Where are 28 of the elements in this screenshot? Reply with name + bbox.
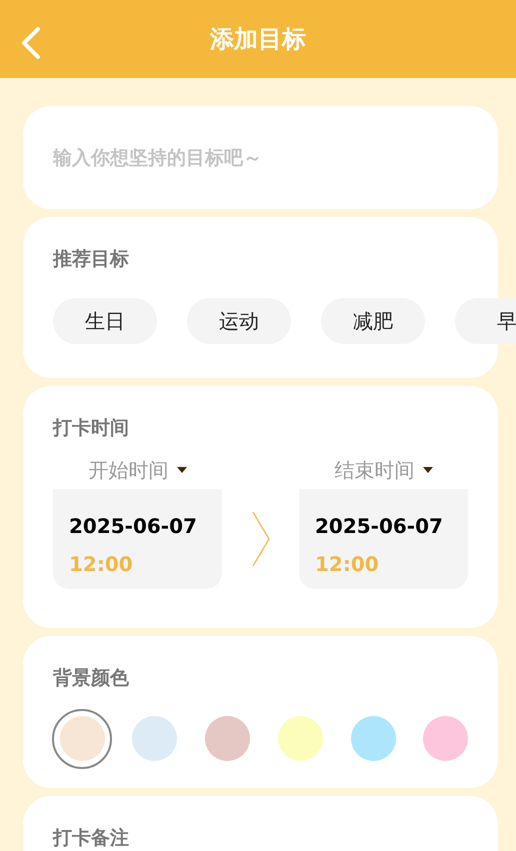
color-swatch[interactable] (60, 716, 104, 761)
goal-input-field[interactable]: 输入你想坚持的目标吧～ (23, 106, 498, 209)
page-title: 添加目标 (210, 24, 306, 55)
goal-chip[interactable]: 生日 (53, 298, 157, 344)
caret-icon[interactable] (422, 466, 432, 472)
chevron-icon (252, 510, 270, 566)
color-swatch[interactable] (278, 716, 323, 761)
time-label: 结束时间 (334, 456, 414, 484)
section-title: 打卡备注 (52, 826, 130, 851)
date-text: 2025-06-07 (69, 512, 198, 540)
section-title: 打卡时间 (52, 416, 130, 441)
back-icon[interactable] (20, 26, 42, 60)
goal-chip[interactable]: 早 (455, 298, 516, 344)
date-text: 2025-06-07 (315, 512, 444, 540)
goal-chip[interactable]: 减肥 (321, 298, 425, 344)
goal-chip[interactable]: 运动 (187, 298, 291, 344)
section-title: 推荐目标 (52, 247, 130, 272)
color-swatch[interactable] (205, 716, 250, 761)
caret-icon[interactable] (176, 466, 186, 472)
color-swatch[interactable] (350, 716, 396, 761)
time-text: 12:00 (315, 550, 380, 578)
time-label: 开始时间 (88, 456, 168, 484)
time-picker[interactable]: 2025-06-07 12:00 (53, 488, 222, 588)
time-text: 12:00 (69, 550, 134, 578)
color-swatch[interactable] (132, 716, 178, 761)
time-picker[interactable]: 2025-06-07 12:00 (299, 488, 468, 588)
color-swatch[interactable] (423, 716, 468, 761)
section-title: 背景颜色 (52, 666, 130, 691)
